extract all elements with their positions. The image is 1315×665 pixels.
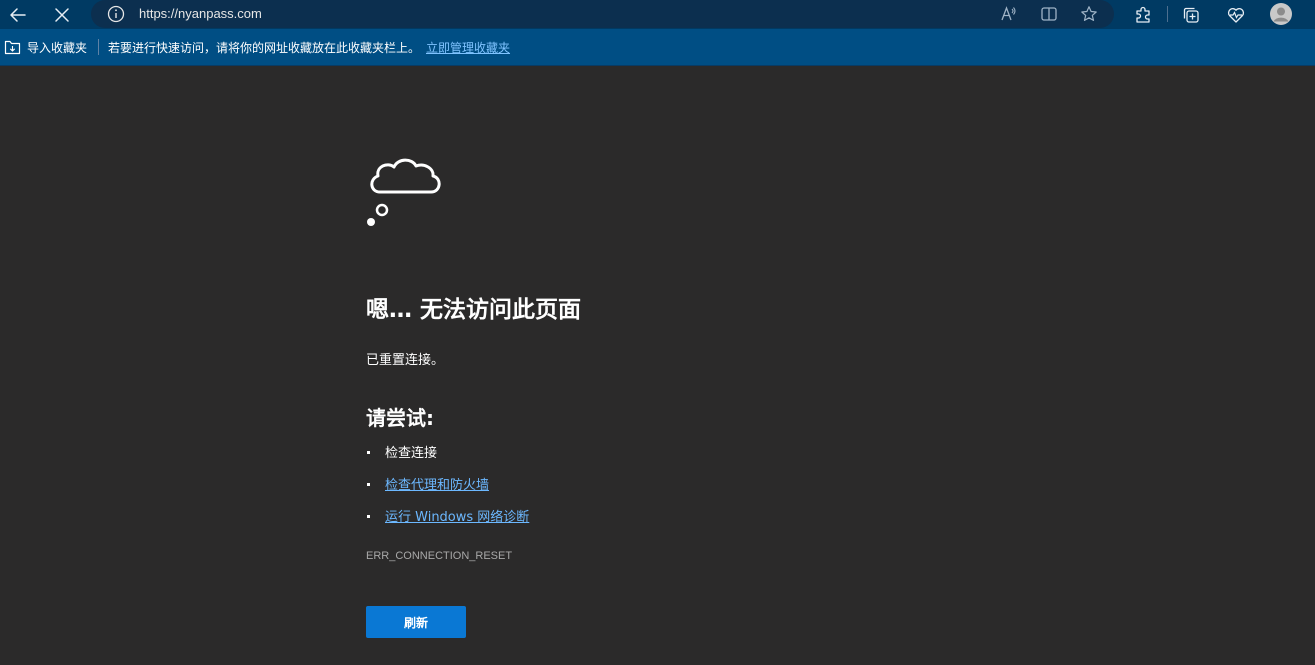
list-item: 检查连接 [366, 442, 529, 474]
tip-network-diagnostics-link[interactable]: 运行 Windows 网络诊断 [385, 510, 529, 525]
import-favorites-icon [4, 40, 21, 55]
try-heading: 请尝试: [366, 406, 434, 430]
back-button[interactable] [4, 2, 32, 28]
collections-button[interactable] [1180, 4, 1202, 26]
close-icon [55, 8, 69, 22]
favbar-separator [98, 39, 99, 55]
address-bar[interactable]: https://nyanpass.com [91, 0, 1114, 28]
read-aloud-button[interactable] [999, 4, 1019, 24]
favorite-button[interactable] [1079, 4, 1099, 24]
favbar-hint: 若要进行快速访问，请将你的网址收藏放在此收藏夹栏上。 [108, 41, 421, 55]
manage-favorites-link[interactable]: 立即管理收藏夹 [426, 39, 510, 56]
read-aloud-icon [1001, 6, 1016, 21]
list-item: 检查代理和防火墙 [366, 474, 529, 506]
collections-icon [1183, 7, 1199, 23]
url-text[interactable]: https://nyanpass.com [139, 6, 262, 21]
thought-cloud-icon [367, 158, 441, 226]
tip-check-proxy-firewall-link[interactable]: 检查代理和防火墙 [385, 478, 489, 493]
extensions-button[interactable] [1132, 4, 1154, 26]
stop-loading-button[interactable] [48, 2, 76, 28]
toolbar-separator [1167, 6, 1168, 22]
back-arrow-icon [10, 8, 26, 22]
list-item: 运行 Windows 网络诊断 [366, 506, 529, 538]
profile-button[interactable] [1270, 3, 1292, 25]
import-favorites-button[interactable]: 导入收藏夹 [4, 39, 87, 56]
bullet [367, 483, 370, 486]
suggestions-list: 检查连接 检查代理和防火墙 运行 Windows 网络诊断 [366, 442, 529, 538]
puzzle-icon [1136, 6, 1150, 23]
split-screen-icon [1041, 7, 1057, 21]
error-title: 嗯… 无法访问此页面 [366, 297, 582, 323]
avatar-icon [1270, 3, 1292, 25]
performance-button[interactable] [1225, 4, 1247, 26]
error-code: ERR_CONNECTION_RESET [366, 550, 513, 562]
bullet [367, 451, 370, 454]
info-icon[interactable] [107, 5, 125, 23]
favorites-bar: 导入收藏夹 若要进行快速访问，请将你的网址收藏放在此收藏夹栏上。 立即管理收藏夹 [0, 29, 1315, 66]
error-subtitle: 已重置连接。 [366, 353, 445, 368]
refresh-button[interactable]: 刷新 [366, 606, 466, 638]
import-favorites-label: 导入收藏夹 [27, 41, 88, 55]
split-screen-button[interactable] [1039, 4, 1059, 24]
heart-pulse-icon [1227, 8, 1245, 23]
star-icon [1081, 6, 1097, 21]
browser-toolbar: https://nyanpass.com [0, 0, 1315, 29]
tip-check-connection: 检查连接 [385, 446, 438, 461]
bullet [367, 515, 370, 518]
